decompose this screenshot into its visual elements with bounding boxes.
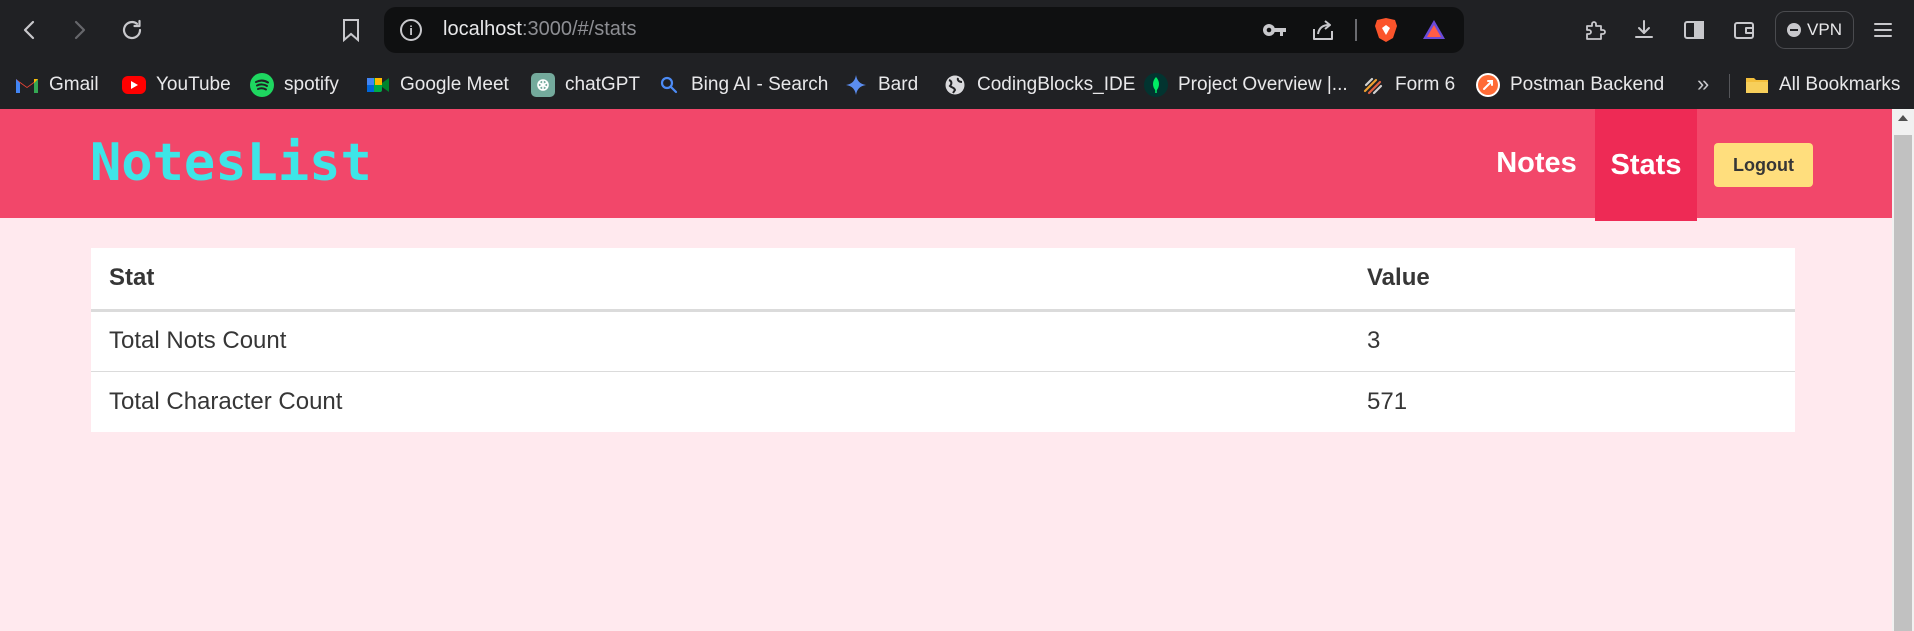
nav-notes-link[interactable]: Notes: [1491, 109, 1582, 218]
key-icon[interactable]: [1260, 16, 1288, 44]
bookmark-form-6[interactable]: Form 6: [1361, 61, 1455, 109]
bookmark-project-overview[interactable]: Project Overview |...: [1144, 61, 1348, 109]
globe-icon: [943, 73, 967, 97]
bookmark-codingblocks[interactable]: CodingBlocks_IDE: [943, 61, 1135, 109]
bookmark-label: Bing AI - Search: [691, 74, 829, 95]
share-icon[interactable]: [1309, 16, 1337, 44]
back-button[interactable]: [10, 10, 50, 50]
site-info-icon[interactable]: i: [400, 19, 422, 41]
nav-stats-link[interactable]: Stats: [1595, 109, 1697, 221]
bookmark-bing-ai[interactable]: Bing AI - Search: [657, 61, 828, 109]
arrow-right-icon: [74, 20, 86, 40]
google-meet-icon: [366, 73, 390, 97]
bookmark-label: spotify: [284, 74, 339, 95]
app-navbar: NotesList Notes Stats Logout: [0, 109, 1892, 221]
brave-shields-icon[interactable]: [1372, 16, 1400, 44]
gmail-icon: [15, 73, 39, 97]
vpn-status-icon: [1787, 23, 1802, 37]
reload-button[interactable]: [112, 10, 152, 50]
divider: [1729, 74, 1730, 98]
browser-toolbar: i localhost:3000/#/stats VPN: [0, 0, 1914, 61]
youtube-icon: [122, 76, 146, 94]
column-header-value: Value: [1349, 248, 1795, 312]
bookmark-gmail[interactable]: Gmail: [15, 61, 99, 109]
menu-icon[interactable]: [1866, 13, 1900, 47]
bookmark-label: Postman Backend: [1510, 74, 1665, 95]
bookmark-page-button[interactable]: [331, 10, 371, 50]
bookmark-postman-backend[interactable]: Postman Backend: [1476, 61, 1664, 109]
table-row: Total Character Count 571: [91, 371, 1795, 432]
url-host: localhost: [443, 18, 522, 40]
bard-sparkle-icon: [844, 73, 868, 97]
bookmark-chatgpt[interactable]: chatGPT: [531, 61, 640, 109]
sidebar-icon[interactable]: [1677, 13, 1711, 47]
stats-table: Stat Value Total Nots Count 3 Total Char…: [91, 248, 1795, 432]
arrow-left-icon: [23, 20, 35, 40]
bookmark-icon: [343, 19, 359, 42]
stat-value: 571: [1367, 387, 1408, 415]
bookmark-google-meet[interactable]: Google Meet: [366, 61, 509, 109]
address-bar[interactable]: i localhost:3000/#/stats: [384, 7, 1464, 53]
search-icon: [657, 73, 681, 97]
logout-button[interactable]: Logout: [1714, 143, 1813, 187]
bookmark-label: YouTube: [156, 74, 231, 95]
scroll-up-arrow-icon[interactable]: [1898, 115, 1908, 121]
bookmark-bard[interactable]: Bard: [844, 61, 918, 109]
vpn-button[interactable]: VPN: [1775, 11, 1854, 49]
column-header-stat: Stat: [91, 248, 1349, 312]
extensions-icon[interactable]: [1578, 13, 1612, 47]
all-bookmarks-button[interactable]: All Bookmarks: [1745, 61, 1900, 109]
reload-icon: [122, 19, 142, 40]
stat-name: Total Nots Count: [91, 310, 1349, 372]
bookmark-label: Form 6: [1395, 74, 1456, 95]
chatgpt-icon: [531, 73, 555, 97]
bookmark-label: Gmail: [49, 74, 99, 95]
url-path: :3000/#/stats: [521, 18, 637, 40]
table-header-row: Stat Value: [91, 248, 1795, 312]
more-bookmarks-button[interactable]: »: [1697, 71, 1709, 97]
url-text[interactable]: localhost:3000/#/stats: [443, 18, 636, 41]
bookmark-label: Google Meet: [400, 74, 509, 95]
bookmark-label: All Bookmarks: [1779, 74, 1901, 95]
spotify-icon: [250, 73, 274, 97]
folder-icon: [1745, 73, 1769, 97]
table-row: Total Nots Count 3: [91, 310, 1795, 372]
wallet-icon[interactable]: [1727, 13, 1761, 47]
mongodb-leaf-icon: [1144, 73, 1168, 97]
bookmark-youtube[interactable]: YouTube: [122, 61, 231, 109]
stat-name: Total Character Count: [109, 387, 343, 415]
scrollbar-thumb[interactable]: [1894, 135, 1912, 631]
bookmarks-bar: Gmail YouTube spotify Google Meet chatGP…: [0, 61, 1914, 109]
divider: [1355, 19, 1357, 41]
bookmark-spotify[interactable]: spotify: [250, 61, 339, 109]
vertical-scrollbar[interactable]: [1892, 109, 1914, 631]
postman-icon: [1476, 73, 1500, 97]
vpn-label: VPN: [1807, 20, 1842, 39]
app-logo[interactable]: NotesList: [90, 133, 372, 193]
bookmark-label: chatGPT: [565, 74, 640, 95]
forward-button[interactable]: [59, 10, 99, 50]
download-icon[interactable]: [1627, 13, 1661, 47]
stat-value: 3: [1349, 310, 1795, 372]
bookmark-label: CodingBlocks_IDE: [977, 74, 1136, 95]
bookmark-label: Bard: [878, 74, 919, 95]
bookmark-label: Project Overview |...: [1178, 74, 1348, 95]
form-icon: [1361, 73, 1385, 97]
brave-rewards-icon[interactable]: [1420, 16, 1448, 44]
